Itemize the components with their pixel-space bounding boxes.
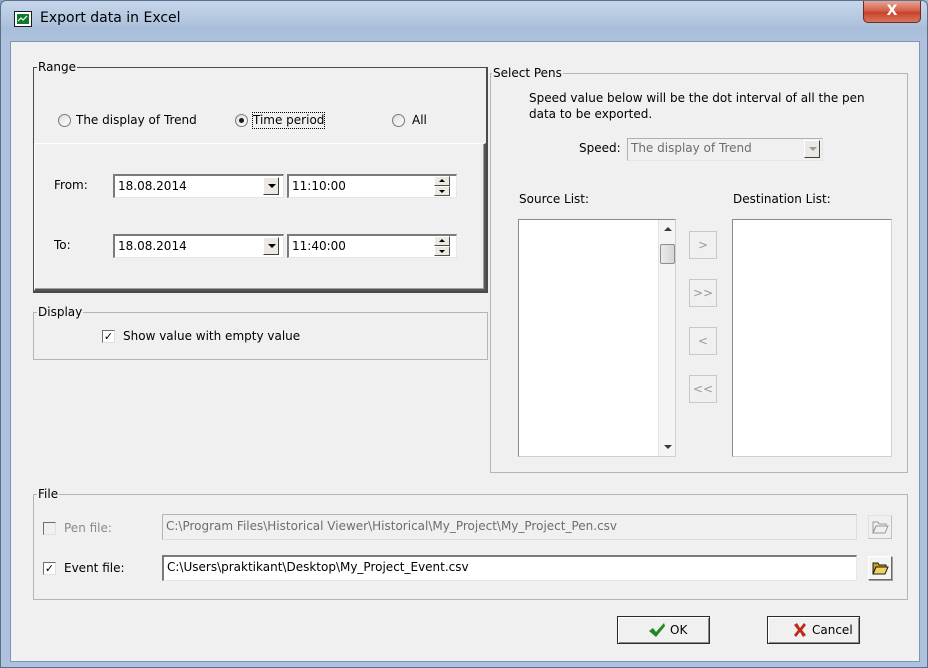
spin-up-icon[interactable]	[434, 236, 450, 246]
source-scrollbar[interactable]	[658, 220, 675, 456]
show-empty-value-checkbox[interactable]: ✓	[102, 330, 115, 343]
to-time-field[interactable]: 11:40:00	[287, 234, 457, 258]
to-date-dropdown-button[interactable]	[263, 237, 279, 255]
cancel-button[interactable]: Cancel	[767, 616, 860, 644]
from-date-field[interactable]: 18.08.2014	[113, 174, 284, 198]
event-file-path-field[interactable]: C:\Users\praktikant\Desktop\My_Project_E…	[162, 555, 857, 581]
from-time-spinner[interactable]	[434, 176, 450, 196]
from-time-field[interactable]: 11:10:00	[287, 174, 457, 198]
radio-time-period[interactable]	[235, 114, 248, 127]
speed-hint-line2: data to be exported.	[529, 107, 653, 121]
move-all-right-button[interactable]: >>	[689, 279, 717, 307]
destination-listbox[interactable]	[732, 219, 892, 457]
time-range-panel: From: 18.08.2014 11:10:00 To: 18.08.2014	[34, 143, 486, 291]
radio-display-of-trend-label[interactable]: The display of Trend	[76, 113, 197, 128]
window-title: Export data in Excel	[40, 10, 181, 26]
select-pens-group-label: Select Pens	[492, 66, 563, 80]
to-time-value: 11:40:00	[292, 239, 346, 253]
radio-all-label[interactable]: All	[412, 113, 427, 128]
pen-file-checkbox[interactable]	[43, 522, 56, 535]
from-date-dropdown-button[interactable]	[263, 177, 279, 195]
event-file-path: C:\Users\praktikant\Desktop\My_Project_E…	[167, 560, 469, 574]
source-listbox[interactable]	[518, 219, 676, 457]
close-icon: X	[886, 3, 898, 19]
scroll-thumb[interactable]	[660, 244, 675, 264]
trend-app-icon	[14, 11, 32, 27]
show-empty-value-label[interactable]: Show value with empty value	[123, 329, 300, 344]
source-list-label: Source List:	[519, 192, 590, 206]
radio-time-period-label[interactable]: Time period	[251, 112, 326, 129]
range-group-label: Range	[37, 60, 78, 74]
event-file-checkbox[interactable]: ✓	[43, 562, 56, 575]
spin-up-icon[interactable]	[434, 176, 450, 186]
folder-open-icon	[872, 521, 889, 534]
folder-open-icon	[872, 562, 889, 575]
to-date-value: 18.08.2014	[118, 239, 187, 253]
radio-display-of-trend[interactable]	[58, 114, 71, 127]
scroll-down-icon[interactable]	[664, 445, 672, 449]
move-all-left-button[interactable]: <<	[689, 375, 717, 403]
move-left-button[interactable]: <	[689, 327, 717, 355]
close-button[interactable]: X	[863, 1, 921, 23]
title-bar[interactable]: Export data in Excel X	[1, 1, 927, 41]
event-file-browse-button[interactable]	[868, 556, 892, 580]
pen-file-browse-button[interactable]	[868, 515, 892, 539]
dialog-body: Range The display of Trend Time period A…	[10, 41, 920, 662]
to-label: To:	[54, 238, 71, 252]
speed-label: Speed:	[579, 141, 621, 155]
display-group-label: Display	[37, 305, 84, 319]
speed-select-value: The display of Trend	[631, 141, 752, 155]
from-label: From:	[54, 178, 88, 192]
to-time-spinner[interactable]	[434, 236, 450, 256]
select-pens-group: Select Pens Speed value below will be th…	[490, 66, 908, 473]
cancel-button-label: Cancel	[812, 623, 853, 637]
checkmark-icon	[649, 623, 665, 637]
move-right-button[interactable]: >	[689, 231, 717, 259]
pen-file-path-field[interactable]: C:\Program Files\Historical Viewer\Histo…	[162, 514, 857, 540]
ok-button-label: OK	[670, 623, 688, 637]
ok-button[interactable]: OK	[617, 616, 710, 644]
spin-down-icon[interactable]	[434, 246, 450, 256]
cross-icon	[794, 623, 806, 637]
speed-dropdown-button[interactable]	[804, 140, 820, 158]
speed-select[interactable]: The display of Trend	[627, 138, 823, 161]
file-group-label: File	[37, 487, 60, 501]
scroll-up-icon[interactable]	[664, 227, 672, 231]
from-date-value: 18.08.2014	[118, 179, 187, 193]
spin-down-icon[interactable]	[434, 186, 450, 196]
export-dialog-window: Export data in Excel X Range The display…	[0, 0, 928, 668]
display-group: Display ✓ Show value with empty value	[33, 305, 488, 360]
file-group: File Pen file: C:\Program Files\Historic…	[33, 487, 908, 600]
range-group: Range The display of Trend Time period A…	[33, 60, 488, 293]
from-time-value: 11:10:00	[292, 179, 346, 193]
event-file-label[interactable]: Event file:	[64, 561, 125, 576]
to-date-field[interactable]: 18.08.2014	[113, 234, 284, 258]
radio-all[interactable]	[392, 114, 405, 127]
pen-file-label: Pen file:	[64, 521, 112, 535]
destination-list-label: Destination List:	[733, 192, 831, 206]
pen-file-path: C:\Program Files\Historical Viewer\Histo…	[166, 519, 618, 533]
speed-hint-line1: Speed value below will be the dot interv…	[529, 91, 865, 105]
